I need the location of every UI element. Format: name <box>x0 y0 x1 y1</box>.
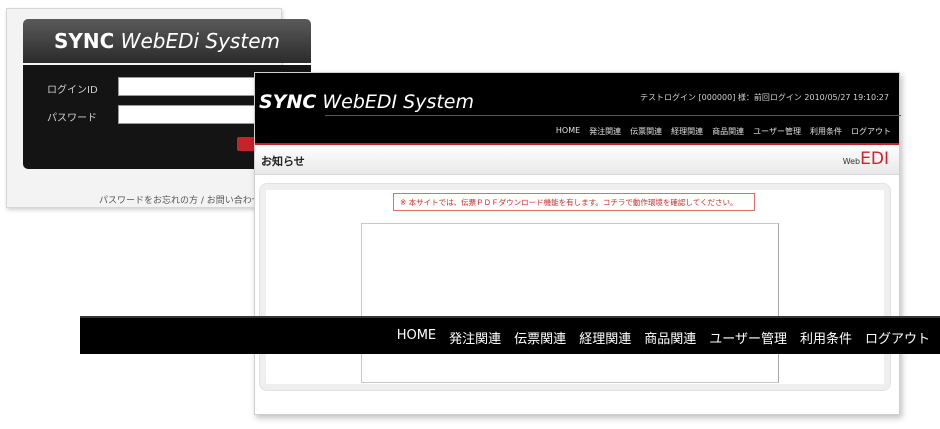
nav-home-zoomed[interactable]: HOME <box>397 328 436 347</box>
forgot-password-link[interactable]: パスワードをお忘れの方 / お問い合わせ <box>99 193 261 206</box>
nav-terms-zoomed[interactable]: 利用条件 <box>800 328 852 347</box>
nav-orders-zoomed[interactable]: 発注関連 <box>449 328 501 347</box>
logo-web-text: Web <box>842 157 861 166</box>
nav-user-management-zoomed[interactable]: ユーザー管理 <box>709 328 787 347</box>
nav-products[interactable]: 商品関連 <box>712 126 744 137</box>
header: SYNC WebEDI System テストログイン [000000] 様：前回… <box>255 73 901 143</box>
login-window: SYNC WebEDi System ログインID パスワード パスワードをお忘… <box>6 8 311 208</box>
brand-rest: WebEDI System <box>322 91 475 113</box>
nav-orders[interactable]: 発注関連 <box>589 126 621 137</box>
pdf-notice-link[interactable]: ※ 本サイトでは、伝票ＰＤＦダウンロード機能を有します。コチラで動作環境を確認し… <box>393 193 755 211</box>
login-id-label: ログインID <box>47 85 98 96</box>
nav-products-zoomed[interactable]: 商品関連 <box>644 328 696 347</box>
stage: SYNC WebEDi System ログインID パスワード パスワードをお忘… <box>0 0 940 429</box>
login-title-bar: SYNC WebEDi System <box>23 19 311 63</box>
header-divider <box>325 115 901 116</box>
nav-home[interactable]: HOME <box>556 126 580 137</box>
webedi-logo: WebEDI <box>843 149 889 169</box>
nav-user-management[interactable]: ユーザー管理 <box>753 126 801 137</box>
news-frame[interactable] <box>361 223 779 383</box>
brand-logo: SYNC WebEDI System <box>259 91 474 113</box>
nav-logout-zoomed[interactable]: ログアウト <box>865 328 930 347</box>
login-title: SYNC WebEDi System <box>54 29 280 53</box>
brand-bold: SYNC <box>259 91 317 113</box>
nav-slips[interactable]: 伝票関連 <box>630 126 662 137</box>
main-window: SYNC WebEDI System テストログイン [000000] 様：前回… <box>254 72 901 415</box>
nav-terms[interactable]: 利用条件 <box>810 126 842 137</box>
password-label: パスワード <box>47 113 97 124</box>
login-title-rest: WebEDi System <box>120 29 280 53</box>
page-title: お知らせ <box>261 155 305 168</box>
nav-menu-zoomed: HOME 発注関連 伝票関連 経理関連 商品関連 ユーザー管理 利用条件 ログア… <box>80 316 940 354</box>
nav-slips-zoomed[interactable]: 伝票関連 <box>514 328 566 347</box>
nav-menu-zoomed-items: HOME 発注関連 伝票関連 経理関連 商品関連 ユーザー管理 利用条件 ログア… <box>397 328 930 347</box>
nav-logout[interactable]: ログアウト <box>851 126 891 137</box>
login-info: テストログイン [000000] 様：前回ログイン 2010/05/27 19:… <box>640 93 889 102</box>
logo-edi-text: EDI <box>860 149 889 169</box>
nav-menu: HOME 発注関連 伝票関連 経理関連 商品関連 ユーザー管理 利用条件 ログア… <box>556 126 891 137</box>
page-title-bar: お知らせ WebEDI <box>255 145 899 175</box>
nav-accounting[interactable]: 経理関連 <box>671 126 703 137</box>
login-title-bold: SYNC <box>54 29 115 53</box>
nav-accounting-zoomed[interactable]: 経理関連 <box>579 328 631 347</box>
